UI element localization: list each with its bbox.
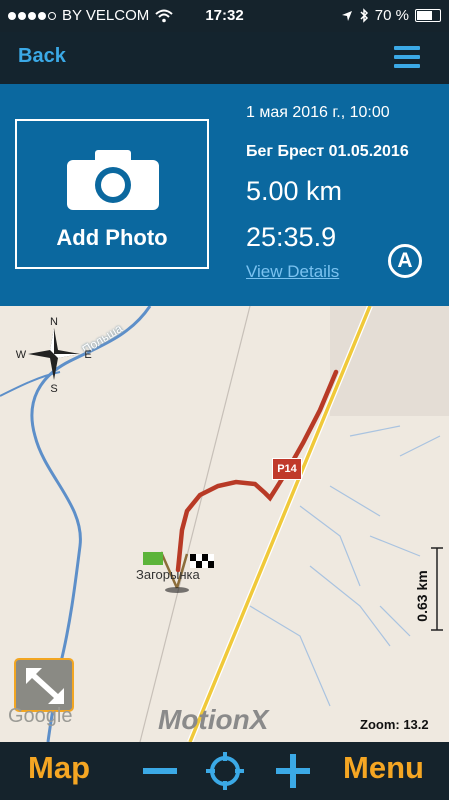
crosshair-icon[interactable] (206, 752, 244, 790)
bluetooth-icon (360, 8, 368, 23)
map-button[interactable]: Map (28, 750, 90, 786)
road-shield: P14 (272, 458, 302, 480)
place-label: Загорынка (136, 567, 200, 582)
minus-icon[interactable] (143, 768, 177, 774)
hamburger-icon[interactable] (394, 46, 420, 73)
workout-date: 1 мая 2016 г., 10:00 (246, 104, 390, 121)
location-arrow-icon (341, 10, 352, 21)
camera-icon (67, 150, 159, 210)
battery-icon (415, 9, 441, 22)
compass-s: S (50, 383, 57, 394)
nav-bar: Back (0, 32, 449, 84)
motionx-logo: MotionX (158, 704, 269, 735)
google-logo: Google (8, 705, 73, 727)
workout-distance: 5.00 km (246, 176, 343, 206)
add-photo-button[interactable]: Add Photo (15, 119, 209, 269)
compass-n: N (50, 316, 58, 328)
map-scale: 0.63 km (412, 546, 449, 641)
menu-button[interactable]: Menu (343, 750, 424, 786)
compass-rose-icon[interactable]: N E S W (14, 314, 94, 394)
workout-name: Бег Брест 01.05.2016 (246, 143, 409, 160)
view-details-link[interactable]: View Details (246, 262, 339, 282)
zoom-level: Zoom: 13.2 (360, 717, 429, 732)
scale-label: 0.63 km (414, 570, 430, 622)
map-view[interactable]: Польша P14 Загорынка N E S W 0.63 km Goo… (0, 306, 449, 742)
battery-percent: 70 % (374, 7, 409, 24)
expand-arrows-icon (26, 668, 64, 704)
expand-map-button[interactable] (14, 658, 74, 712)
compass-e: E (84, 349, 91, 361)
secondary-road (139, 306, 251, 742)
a-badge-button[interactable]: A (388, 244, 422, 278)
compass-w: W (16, 349, 27, 361)
back-button[interactable]: Back (18, 45, 66, 68)
bottom-toolbar: Map Menu (0, 742, 449, 800)
status-bar: BY VELCOM 17:32 70 % (0, 0, 449, 32)
highway-road-fill (188, 306, 372, 742)
workout-duration: 25:35.9 (246, 222, 337, 252)
flag-base (165, 587, 189, 593)
plus-icon[interactable] (276, 754, 310, 788)
run-track (175, 369, 339, 573)
workout-summary-panel: Add Photo 1 мая 2016 г., 10:00 Бег Брест… (0, 84, 449, 306)
add-photo-label: Add Photo (56, 225, 168, 250)
